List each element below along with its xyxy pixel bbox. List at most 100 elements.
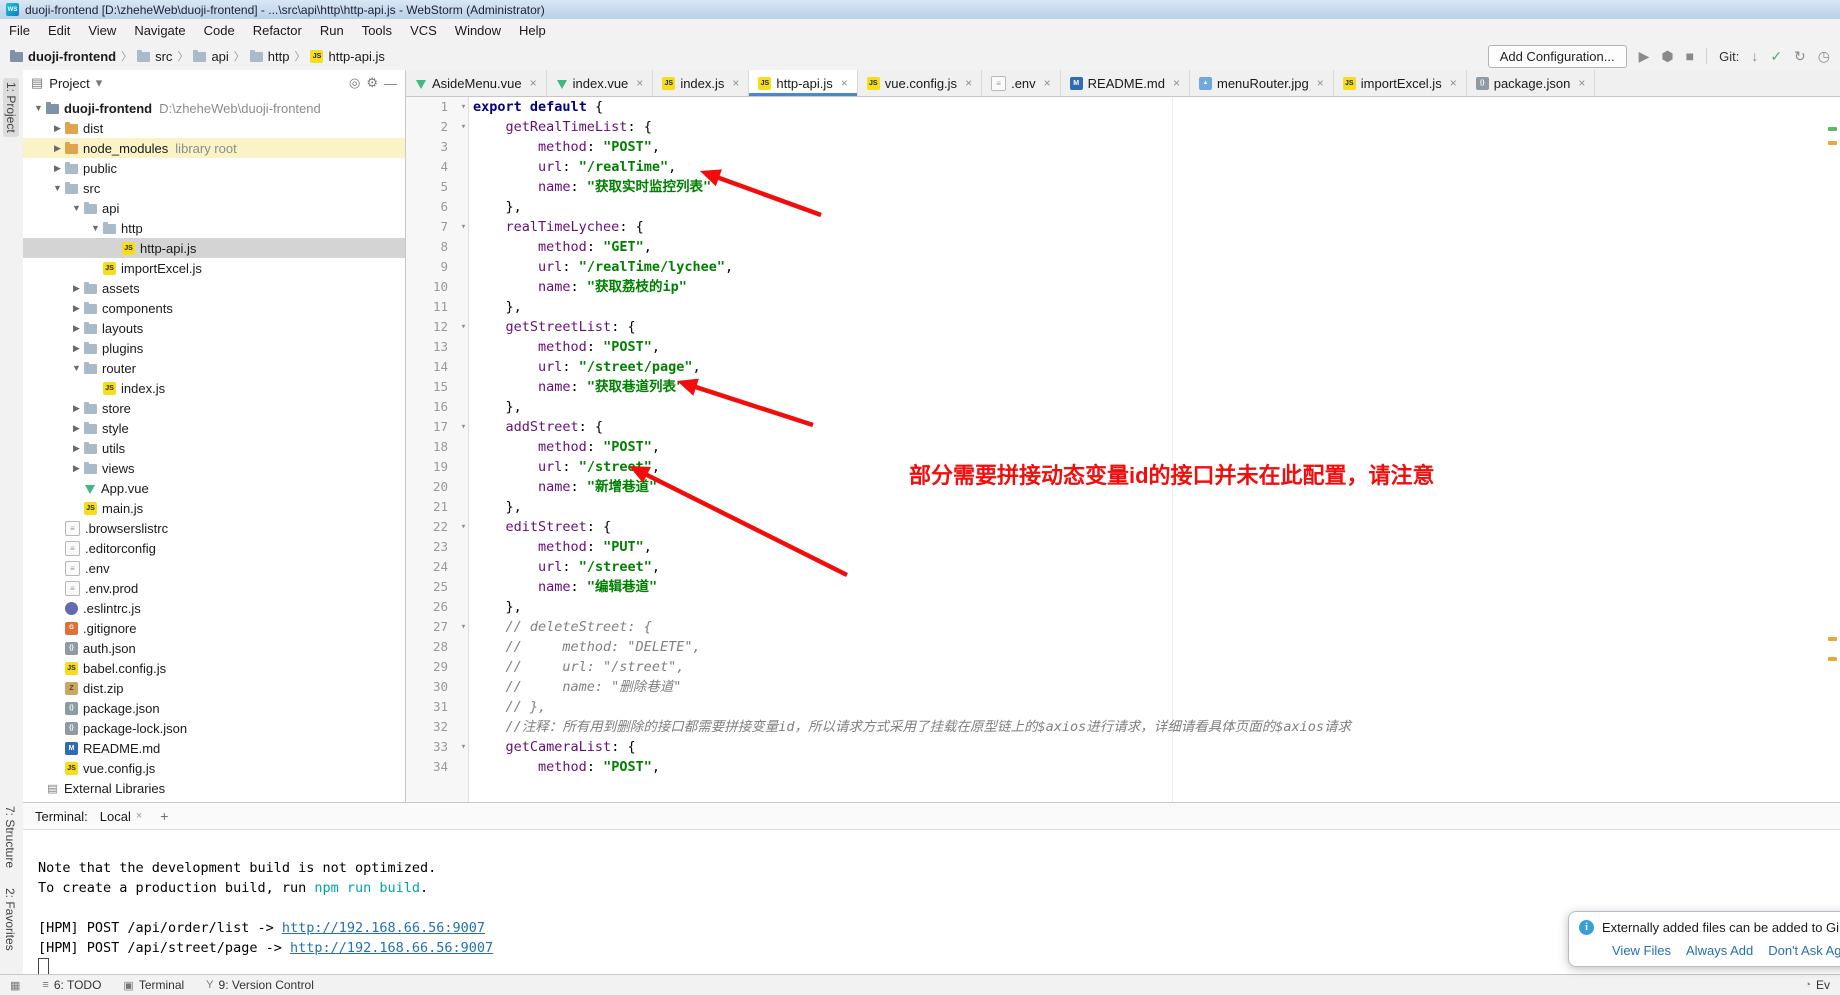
- code-text[interactable]: realTimeLychee: {: [473, 217, 644, 237]
- code-text[interactable]: method: "POST",: [473, 137, 660, 157]
- code-text[interactable]: method: "PUT",: [473, 537, 652, 557]
- breadcrumb-item-api[interactable]: api: [193, 49, 228, 64]
- tree-item-utils[interactable]: ▶utils: [23, 438, 405, 458]
- close-icon[interactable]: ×: [1173, 76, 1180, 90]
- tree-item-importexcel-js[interactable]: JSimportExcel.js: [23, 258, 405, 278]
- stripe-mark-3[interactable]: [1828, 657, 1837, 661]
- code-line-12[interactable]: 12▾ getStreetList: {: [406, 317, 1840, 337]
- fold-open-icon[interactable]: ▾: [454, 217, 473, 237]
- tree-item-components[interactable]: ▶components: [23, 298, 405, 318]
- tab-vue-config-js[interactable]: JSvue.config.js×: [858, 70, 982, 96]
- close-icon[interactable]: ×: [732, 76, 739, 90]
- tree-item-dist[interactable]: ▶dist: [23, 118, 405, 138]
- chevron-down-icon[interactable]: ▼: [31, 103, 46, 113]
- code-line-31[interactable]: 31 // },: [406, 697, 1840, 717]
- code-text[interactable]: name: "新增巷道": [473, 477, 657, 497]
- stripe-mark-0[interactable]: [1828, 127, 1837, 131]
- statusbar-item-9-version-control[interactable]: Y9: Version Control: [206, 978, 314, 992]
- history-icon[interactable]: ◷: [1818, 49, 1830, 63]
- code-editor[interactable]: 1▾export default {2▾ getRealTimeList: { 3…: [406, 97, 1840, 802]
- chevron-right-icon[interactable]: ▶: [69, 403, 84, 414]
- code-line-33[interactable]: 33▾ getCameraList: {: [406, 737, 1840, 757]
- code-text[interactable]: addStreet: {: [473, 417, 603, 437]
- chevron-down-icon[interactable]: ▼: [88, 223, 103, 233]
- code-line-6[interactable]: 6 },: [406, 197, 1840, 217]
- chevron-down-icon[interactable]: ▾: [96, 75, 103, 91]
- tree-item-api[interactable]: ▼api: [23, 198, 405, 218]
- notification-action-don-t-ask-agai[interactable]: Don't Ask Agai: [1768, 943, 1840, 958]
- menu-help[interactable]: Help: [510, 20, 555, 41]
- code-text[interactable]: name: "获取巷道列表": [473, 377, 684, 397]
- code-line-23[interactable]: 23 method: "PUT",: [406, 537, 1840, 557]
- code-text[interactable]: },: [473, 497, 522, 517]
- tree-item-router[interactable]: ▼router: [23, 358, 405, 378]
- chevron-down-icon[interactable]: ▼: [50, 183, 65, 193]
- menu-vcs[interactable]: VCS: [401, 20, 446, 41]
- code-text[interactable]: method: "POST",: [473, 437, 660, 457]
- fold-open-icon[interactable]: ▾: [454, 737, 473, 757]
- code-line-26[interactable]: 26 },: [406, 597, 1840, 617]
- code-text[interactable]: //注释：所有用到删除的接口都需要拼接变量id，所以请求方式采用了挂载在原型链上…: [473, 717, 1351, 737]
- menu-navigate[interactable]: Navigate: [125, 20, 194, 41]
- chevron-right-icon[interactable]: ▶: [50, 163, 65, 174]
- fold-open-icon[interactable]: ▾: [454, 517, 473, 537]
- breadcrumb-item-duoji-frontend[interactable]: duoji-frontend: [10, 49, 116, 64]
- tree-item-external-libraries[interactable]: ▤External Libraries: [23, 778, 405, 798]
- close-icon[interactable]: ×: [1578, 76, 1585, 90]
- code-line-28[interactable]: 28 // method: "DELETE",: [406, 637, 1840, 657]
- code-line-22[interactable]: 22▾ editStreet: {: [406, 517, 1840, 537]
- tree-item-browserslistrc[interactable]: ≡.browserslistrc: [23, 518, 405, 538]
- code-line-30[interactable]: 30 // name: "删除巷道": [406, 677, 1840, 697]
- code-text[interactable]: // deleteStreet: {: [473, 617, 652, 637]
- code-text[interactable]: getCameraList: {: [473, 737, 636, 757]
- tree-item-env[interactable]: ≡.env: [23, 558, 405, 578]
- menu-edit[interactable]: Edit: [39, 20, 79, 41]
- tab-index-vue[interactable]: index.vue×: [547, 70, 654, 96]
- code-text[interactable]: editStreet: {: [473, 517, 611, 537]
- menu-run[interactable]: Run: [311, 20, 353, 41]
- git-revert-icon[interactable]: ↻: [1794, 49, 1806, 63]
- code-text[interactable]: // url: "/street",: [473, 657, 684, 677]
- code-line-24[interactable]: 24 url: "/street",: [406, 557, 1840, 577]
- tool-button-project[interactable]: 1: Project: [3, 78, 19, 137]
- menu-refactor[interactable]: Refactor: [244, 20, 311, 41]
- gear-icon[interactable]: ⚙: [366, 75, 378, 91]
- code-line-1[interactable]: 1▾export default {: [406, 97, 1840, 117]
- code-line-2[interactable]: 2▾ getRealTimeList: {: [406, 117, 1840, 137]
- git-update-icon[interactable]: ↓: [1751, 49, 1758, 63]
- close-icon[interactable]: ×: [636, 76, 643, 90]
- stripe-mark-1[interactable]: [1828, 141, 1837, 145]
- code-line-8[interactable]: 8 method: "GET",: [406, 237, 1840, 257]
- tab-readme-md[interactable]: MREADME.md×: [1061, 70, 1190, 96]
- code-line-11[interactable]: 11 },: [406, 297, 1840, 317]
- tree-item-http[interactable]: ▼http: [23, 218, 405, 238]
- tree-item-babel-config-js[interactable]: JSbabel.config.js: [23, 658, 405, 678]
- tree-item-app-vue[interactable]: App.vue: [23, 478, 405, 498]
- code-text[interactable]: name: "编辑巷道": [473, 577, 657, 597]
- tree-item-views[interactable]: ▶views: [23, 458, 405, 478]
- code-line-16[interactable]: 16 },: [406, 397, 1840, 417]
- tree-item-auth-json[interactable]: {}auth.json: [23, 638, 405, 658]
- code-text[interactable]: url: "/realTime",: [473, 157, 676, 177]
- chevron-right-icon[interactable]: ▶: [69, 303, 84, 314]
- chevron-right-icon[interactable]: ▶: [50, 123, 65, 134]
- code-line-14[interactable]: 14 url: "/street/page",: [406, 357, 1840, 377]
- tree-item-duoji-frontend[interactable]: ▼duoji-frontendD:\zheheWeb\duoji-fronten…: [23, 98, 405, 118]
- code-text[interactable]: // name: "删除巷道": [473, 677, 681, 697]
- tree-item-package-json[interactable]: {}package.json: [23, 698, 405, 718]
- code-text[interactable]: name: "获取荔枝的ip": [473, 277, 687, 297]
- fold-open-icon[interactable]: ▾: [454, 117, 473, 137]
- code-line-15[interactable]: 15 name: "获取巷道列表": [406, 377, 1840, 397]
- code-line-32[interactable]: 32 //注释：所有用到删除的接口都需要拼接变量id，所以请求方式采用了挂载在原…: [406, 717, 1840, 737]
- tree-item-package-lock-json[interactable]: {}package-lock.json: [23, 718, 405, 738]
- hide-panel-icon[interactable]: —: [384, 76, 397, 91]
- tree-item-public[interactable]: ▶public: [23, 158, 405, 178]
- tab-asidemenu-vue[interactable]: AsideMenu.vue×: [406, 70, 547, 96]
- tab-menurouter-jpg[interactable]: ▲menuRouter.jpg×: [1190, 70, 1334, 96]
- code-line-5[interactable]: 5 name: "获取实时监控列表": [406, 177, 1840, 197]
- close-icon[interactable]: ×: [841, 76, 848, 90]
- tree-item-assets[interactable]: ▶assets: [23, 278, 405, 298]
- close-icon[interactable]: ×: [1044, 76, 1051, 90]
- menu-view[interactable]: View: [79, 20, 125, 41]
- code-line-13[interactable]: 13 method: "POST",: [406, 337, 1840, 357]
